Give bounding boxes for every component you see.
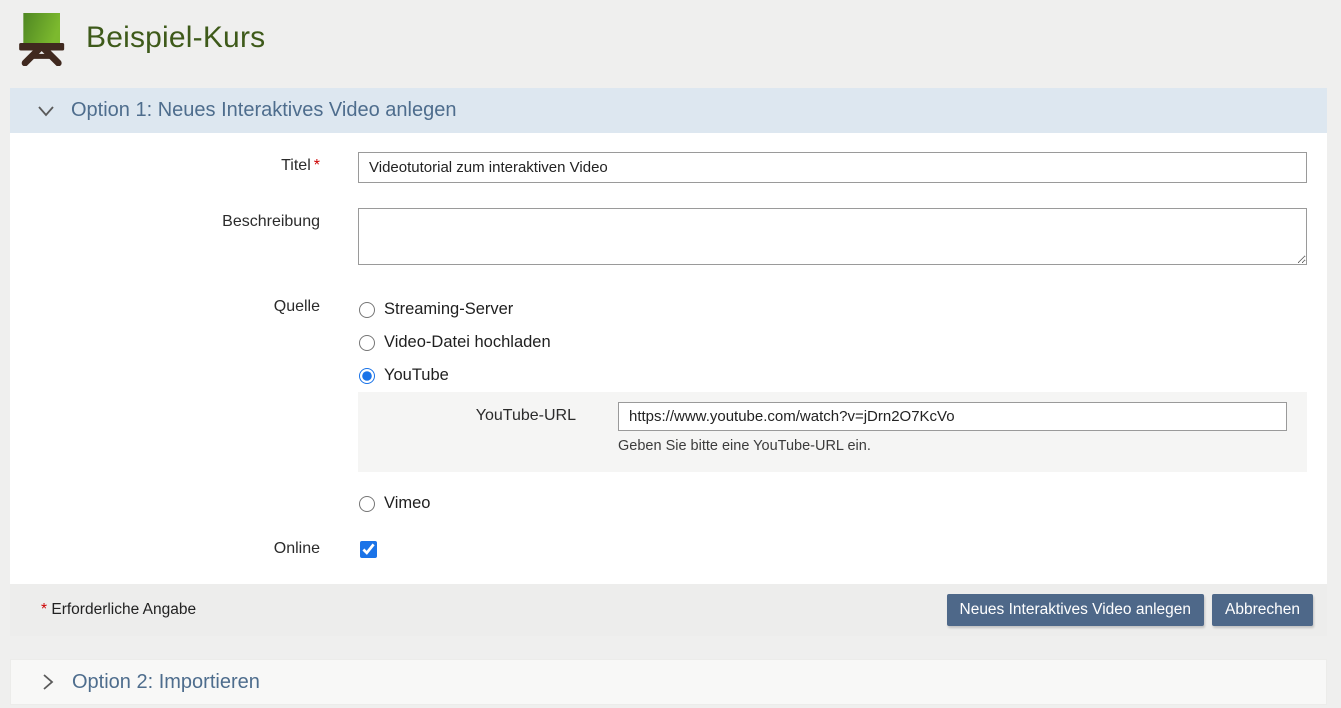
youtube-url-input[interactable] xyxy=(618,402,1287,431)
radio-label: YouTube xyxy=(384,366,449,385)
titel-row: Titel* xyxy=(10,152,1307,183)
submit-button[interactable]: Neues Interaktives Video anlegen xyxy=(947,594,1205,626)
radio-option-youtube[interactable]: YouTube xyxy=(358,359,1307,392)
radio-option-streaming-server[interactable]: Streaming-Server xyxy=(358,293,1307,326)
beschreibung-label: Beschreibung xyxy=(10,208,358,270)
chevron-down-icon xyxy=(36,101,56,121)
titel-label: Titel* xyxy=(10,152,358,183)
beschreibung-row: Beschreibung xyxy=(10,208,1307,270)
youtube-url-hint: Geben Sie bitte eine YouTube-URL ein. xyxy=(618,438,1287,454)
titel-input[interactable] xyxy=(358,152,1307,183)
form-footer: * Erforderliche Angabe Neues Interaktive… xyxy=(10,584,1327,636)
radio-option-video-datei[interactable]: Video-Datei hochladen xyxy=(358,326,1307,359)
required-note: * Erforderliche Angabe xyxy=(38,601,196,619)
youtube-url-label: YouTube-URL xyxy=(358,402,618,454)
vimeo-radio[interactable] xyxy=(359,496,375,512)
quelle-row: Quelle Streaming-Server Video-Datei hoch… xyxy=(10,293,1307,520)
radio-label: Streaming-Server xyxy=(384,300,513,319)
beschreibung-textarea[interactable] xyxy=(358,208,1307,265)
page: Beispiel-Kurs Option 1: Neues Interaktiv… xyxy=(0,0,1341,708)
youtube-url-subpanel: YouTube-URL Geben Sie bitte eine YouTube… xyxy=(358,392,1307,472)
radio-label: Video-Datei hochladen xyxy=(384,333,551,352)
online-row: Online xyxy=(10,540,1307,558)
section-header-option1[interactable]: Option 1: Neues Interaktives Video anleg… xyxy=(10,88,1327,133)
radio-option-vimeo[interactable]: Vimeo xyxy=(358,487,1307,520)
quelle-label: Quelle xyxy=(10,293,358,520)
section-title-option1: Option 1: Neues Interaktives Video anleg… xyxy=(71,99,456,122)
streaming-server-radio[interactable] xyxy=(359,302,375,318)
online-label: Online xyxy=(10,540,358,558)
video-datei-radio[interactable] xyxy=(359,335,375,351)
page-title: Beispiel-Kurs xyxy=(86,21,265,55)
new-video-form: Titel* Beschreibung Quelle Streaming-Ser… xyxy=(10,133,1327,584)
required-asterisk: * xyxy=(314,157,320,174)
course-header: Beispiel-Kurs xyxy=(0,0,1341,70)
course-easel-icon xyxy=(15,10,65,66)
option1-panel: Option 1: Neues Interaktives Video anleg… xyxy=(10,88,1327,705)
online-checkbox[interactable] xyxy=(360,541,377,558)
section-header-option2[interactable]: Option 2: Importieren xyxy=(10,659,1327,705)
section-title-option2: Option 2: Importieren xyxy=(72,671,260,694)
required-asterisk: * xyxy=(41,601,47,618)
cancel-button[interactable]: Abbrechen xyxy=(1212,594,1313,626)
youtube-radio[interactable] xyxy=(359,368,375,384)
radio-label: Vimeo xyxy=(384,494,430,513)
chevron-right-icon xyxy=(37,672,57,692)
